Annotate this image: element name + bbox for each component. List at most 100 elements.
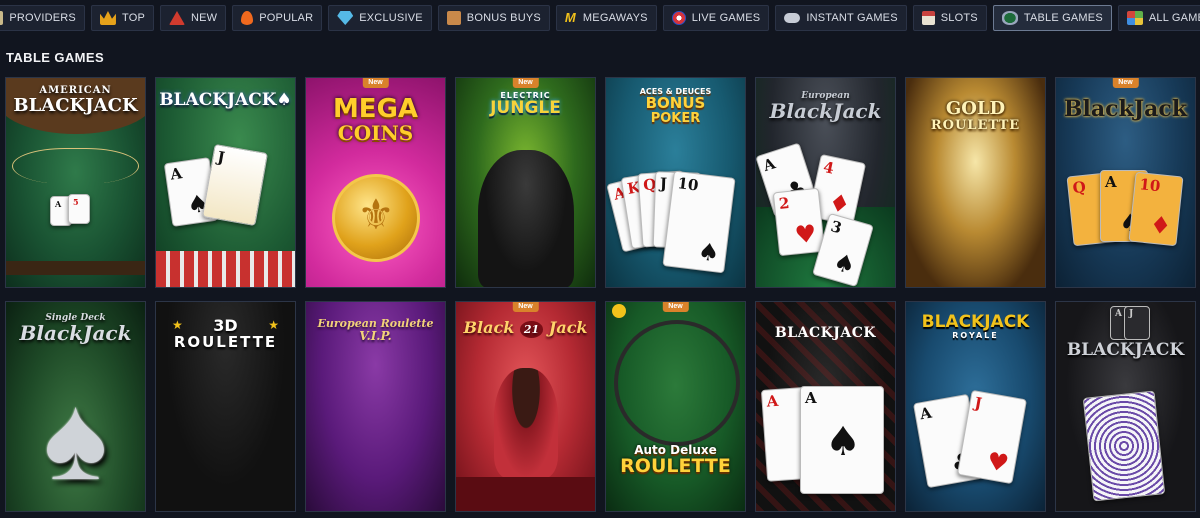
roulette-wheel [306, 424, 445, 511]
game-title-line: BLACKJACK♠ [159, 90, 292, 110]
chip-icon [671, 11, 686, 25]
game-title-line: Jack [548, 318, 588, 337]
nav-label: LIVE GAMES [691, 12, 761, 24]
flame-icon [241, 11, 254, 25]
megaways-icon: M [564, 10, 576, 25]
nav-live-games[interactable]: LIVE GAMES [662, 5, 770, 31]
game-tile-european-roulette-vip[interactable]: European Roulette V.I.P. [305, 301, 446, 512]
nav-label: MEGAWAYS [582, 12, 648, 24]
table-edge [6, 261, 145, 275]
playing-card: 10 ♠ [662, 170, 736, 274]
slot-machine-icon [921, 11, 935, 25]
table-games-icon [1001, 11, 1018, 25]
game-tile-3d-roulette[interactable]: 3D ROULETTE ★ ★ [155, 301, 296, 512]
nav-instant-games[interactable]: INSTANT GAMES [775, 5, 907, 31]
dealer-figure [494, 368, 558, 478]
game-title-line: JUNGLE [490, 98, 561, 119]
game-tile-american-blackjack[interactable]: AMERICAN BLACKJACK A 5 [5, 77, 146, 288]
nav-label: ALL GAMES [1148, 12, 1200, 24]
game-title-line: BONUS [645, 94, 706, 113]
roulette-wheel [156, 402, 295, 511]
chip-stacks [156, 251, 295, 287]
new-badge: New [1112, 78, 1139, 88]
nav-label: TABLE GAMES [1023, 12, 1103, 24]
nav-megaways[interactable]: M MEGAWAYS [555, 5, 657, 31]
gift-icon [446, 11, 461, 25]
game-tile-gold-roulette[interactable]: GOLD ROULETTE [905, 77, 1046, 288]
playing-card: J [201, 143, 269, 227]
table-arc [12, 148, 139, 184]
roulette-wheel [906, 216, 1045, 287]
game-title-line: MEGA [332, 94, 419, 124]
new-badge: New [512, 302, 539, 312]
game-title-line: ROULETTE [930, 117, 1021, 133]
game-title-line: BLACKJACK [1066, 340, 1185, 360]
new-icon [168, 11, 185, 25]
nav-popular[interactable]: POPULAR [232, 5, 323, 31]
nav-all-games[interactable]: ALL GAMES [1117, 5, 1200, 31]
game-title-line: POKER [650, 111, 701, 127]
category-nav: PROVIDERS TOP NEW POPULAR EXCLUSIVE BONU… [0, 0, 1200, 36]
game-title-line: BlackJack [19, 321, 132, 346]
game-title-line: European Roulette [317, 317, 434, 330]
nav-label: POPULAR [259, 12, 314, 24]
nav-label: PROVIDERS [9, 12, 76, 24]
game-tile-blackjack-classic[interactable]: BLACKJACK A A ♠ [755, 301, 896, 512]
providers-icon [0, 11, 4, 25]
game-title-line: BlackJack [1063, 96, 1188, 122]
game-tile-european-blackjack[interactable]: European BlackJack A♣ 4♦ 2♥ 3♠ [755, 77, 896, 288]
game-title-line: COINS [337, 121, 414, 146]
section-title: TABLE GAMES [6, 50, 105, 65]
table-edge [456, 477, 595, 511]
nav-providers[interactable]: PROVIDERS [0, 5, 85, 31]
game-title-line: GOLD [945, 98, 1006, 119]
fleur-de-lis-icon: ⚜ [357, 191, 395, 238]
games-grid: AMERICAN BLACKJACK A 5 BLACKJACK♠ A ♠ J N… [5, 77, 1197, 512]
game-tile-auto-deluxe-roulette[interactable]: New Auto Deluxe ROULETTE [605, 301, 746, 512]
game-title-line: BlackJack [769, 99, 882, 124]
gorilla-figure [478, 150, 574, 287]
nav-exclusive[interactable]: EXCLUSIVE [328, 5, 432, 31]
game-tile-aces-deuces-bonus-poker[interactable]: ACES & DEUCES BONUS POKER A K Q J 10 ♠ [605, 77, 746, 288]
gamepad-icon [784, 13, 801, 23]
game-title-line: Black [463, 318, 515, 337]
roulette-wheel [614, 320, 740, 446]
game-tile-blackjack-royale[interactable]: BLACKJACK ROYALE A♣ J♥ [905, 301, 1046, 512]
new-badge: New [512, 78, 539, 88]
game-title-line: ROULETTE [620, 454, 731, 477]
game-tile-blackjack-dark[interactable]: A J BLACKJACK [1055, 301, 1196, 512]
nav-new[interactable]: NEW [159, 5, 227, 31]
game-title-line: ROULETTE [173, 332, 278, 351]
new-badge: New [362, 78, 389, 88]
new-badge: New [662, 302, 689, 312]
crown-icon [99, 11, 116, 25]
game-title-line: BLACKJACK [921, 312, 1030, 332]
card-deck [1082, 390, 1166, 502]
playing-card: J [1124, 306, 1150, 340]
game-tile-black-21-jack[interactable]: New Black 21 Jack [455, 301, 596, 512]
game-tile-single-deck-blackjack[interactable]: Single Deck BlackJack ♠ [5, 301, 146, 512]
game-title-line: BLACKJACK [13, 94, 138, 116]
provider-logo-icon [612, 304, 626, 318]
game-tile-blackjack-blue[interactable]: New BlackJack Q A♠ 10♦ [1055, 77, 1196, 288]
nav-bonus-buys[interactable]: BONUS BUYS [437, 5, 550, 31]
nav-label: SLOTS [940, 12, 978, 24]
nav-label: NEW [190, 12, 218, 24]
game-title-line: ROYALE [952, 330, 999, 340]
all-games-icon [1126, 11, 1143, 25]
nav-label: BONUS BUYS [466, 12, 541, 24]
nav-label: INSTANT GAMES [806, 12, 898, 24]
nav-top[interactable]: TOP [90, 5, 154, 31]
game-tile-electric-jungle[interactable]: New ELECTRIC JUNGLE [455, 77, 596, 288]
nav-table-games[interactable]: TABLE GAMES [992, 5, 1112, 31]
diamond-icon [337, 11, 354, 25]
playing-card: 2 ♥ [772, 187, 826, 257]
game-title-line: 21 [519, 321, 544, 338]
nav-label: TOP [121, 12, 145, 24]
spade-icon: ♠ [43, 371, 108, 505]
game-tile-blackjack[interactable]: BLACKJACK♠ A ♠ J [155, 77, 296, 288]
game-tile-mega-coins[interactable]: New MEGA COINS ⚜ [305, 77, 446, 288]
playing-card: A♠ [800, 386, 884, 494]
nav-slots[interactable]: SLOTS [912, 5, 987, 31]
playing-card: 5 [68, 194, 90, 224]
